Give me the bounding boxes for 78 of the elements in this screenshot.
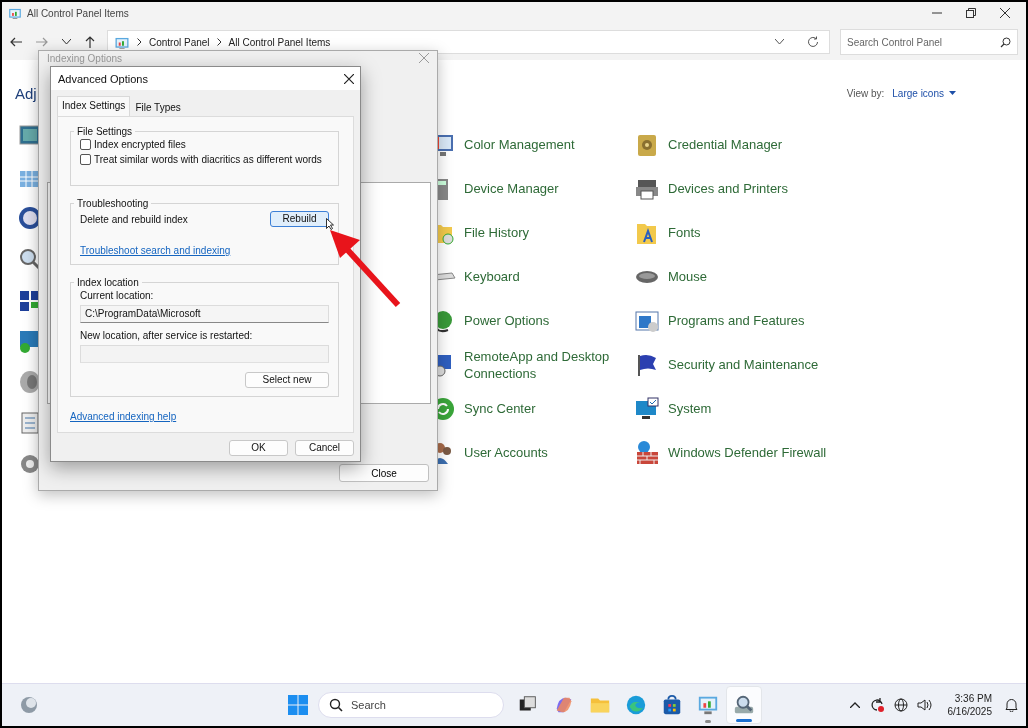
control-panel-item[interactable]: Windows Defender Firewall xyxy=(668,444,827,461)
chevron-right-icon xyxy=(137,38,142,46)
window-title: All Control Panel Items xyxy=(27,7,129,19)
browser-wave-icon xyxy=(625,694,647,716)
field-label: Current location: xyxy=(80,290,155,301)
group-label: Index location xyxy=(76,277,140,288)
checkbox[interactable] xyxy=(80,139,91,150)
bell-icon[interactable] xyxy=(1005,698,1018,712)
control-panel-item[interactable]: Color Management xyxy=(464,136,575,153)
rebuild-description: Delete and rebuild index xyxy=(80,213,188,225)
search-icon xyxy=(329,698,343,712)
field-label: New location, after service is restarted: xyxy=(80,330,254,341)
clock-time[interactable]: 3:36 PM xyxy=(954,692,992,705)
control-panel-item[interactable]: System xyxy=(668,400,712,417)
dialog-button[interactable]: OK xyxy=(229,440,288,456)
control-panel-item[interactable]: Mouse xyxy=(668,268,708,285)
control-panel-item[interactable]: File History xyxy=(464,224,529,241)
chevron-down-icon[interactable] xyxy=(62,39,71,45)
shopping-bag-icon xyxy=(661,694,683,716)
close-icon[interactable] xyxy=(344,73,354,84)
control-panel-item[interactable]: User Accounts xyxy=(464,444,548,461)
taskbar-search-field[interactable]: Search xyxy=(318,692,504,718)
globe-icon[interactable] xyxy=(893,698,908,712)
view-by-dropdown[interactable]: Large icons xyxy=(892,87,956,99)
chevron-down-icon[interactable] xyxy=(775,39,784,45)
troubleshoot-link[interactable]: Troubleshoot search and indexing xyxy=(80,245,329,256)
control-panel-item[interactable]: Device Manager xyxy=(464,180,559,197)
window-title: Indexing Options xyxy=(47,52,123,64)
view-by-label: View by: xyxy=(846,87,885,99)
new-location-field[interactable] xyxy=(80,345,329,363)
control-panel-item[interactable]: Credential Manager xyxy=(668,136,783,153)
close-icon[interactable] xyxy=(1000,8,1010,18)
select-new-button[interactable]: Select new xyxy=(245,372,329,388)
close-button[interactable]: Close xyxy=(339,464,429,482)
monitor-chart-icon xyxy=(697,694,719,716)
caret-icon xyxy=(949,91,956,95)
checkbox-label: Index encrypted files xyxy=(94,139,186,150)
address-bar[interactable]: Control Panel All Control Panel Items xyxy=(107,30,830,54)
control-panel-item[interactable]: Sync Center xyxy=(464,400,536,417)
control-panel-item[interactable]: Fonts xyxy=(668,224,701,241)
chevron-right-icon xyxy=(216,38,222,46)
control-panel-item[interactable]: Programs and Features xyxy=(668,312,805,329)
search-placeholder: Search xyxy=(351,699,386,711)
back-arrow-icon[interactable] xyxy=(10,37,22,47)
checkbox-label: Treat similar words with diacritics as different words xyxy=(94,154,322,165)
magnifier-drive-icon xyxy=(733,694,755,716)
breadcrumb[interactable]: Control Panel xyxy=(149,36,210,48)
firewall-icon xyxy=(634,439,660,466)
control-panel-item[interactable]: Power Options xyxy=(464,312,550,329)
chevron-up-icon[interactable] xyxy=(849,702,860,708)
help-link[interactable]: Advanced indexing help xyxy=(70,411,339,422)
monitor-check-icon xyxy=(634,395,660,422)
refresh-icon[interactable] xyxy=(807,36,819,48)
up-arrow-icon[interactable] xyxy=(85,36,95,48)
forward-arrow-icon[interactable] xyxy=(36,37,48,47)
group-label: Troubleshooting xyxy=(76,198,150,209)
control-panel-item[interactable]: Devices and Printers xyxy=(668,180,788,197)
search-icon xyxy=(1000,36,1011,48)
current-location-field[interactable]: C:\ProgramData\Microsoft xyxy=(80,305,329,323)
mouse-icon xyxy=(635,270,659,283)
tab[interactable]: Index Settings xyxy=(57,96,131,116)
breadcrumb[interactable]: All Control Panel Items xyxy=(228,36,331,48)
checkbox[interactable] xyxy=(80,154,91,165)
monitor-chart-icon xyxy=(8,7,22,19)
rebuild-button[interactable]: Rebuild xyxy=(270,211,329,227)
restore-icon[interactable] xyxy=(966,8,976,18)
search-field[interactable]: Search Control Panel xyxy=(840,29,1018,55)
cursor-icon xyxy=(326,218,334,230)
group-label: File Settings xyxy=(76,126,134,137)
clock-date[interactable]: 6/16/2025 xyxy=(947,705,992,718)
control-panel-item[interactable]: RemoteApp and Desktop Connections xyxy=(464,347,624,382)
dialog-title: Advanced Options xyxy=(58,72,148,85)
dialog-button[interactable]: Cancel xyxy=(295,440,354,456)
search-placeholder: Search Control Panel xyxy=(847,36,943,48)
control-panel-item[interactable]: Keyboard xyxy=(464,268,520,285)
control-panel-item[interactable]: Security and Maintenance xyxy=(668,356,819,373)
tab[interactable]: File Types xyxy=(130,98,186,116)
page-heading: Adj xyxy=(15,84,37,102)
